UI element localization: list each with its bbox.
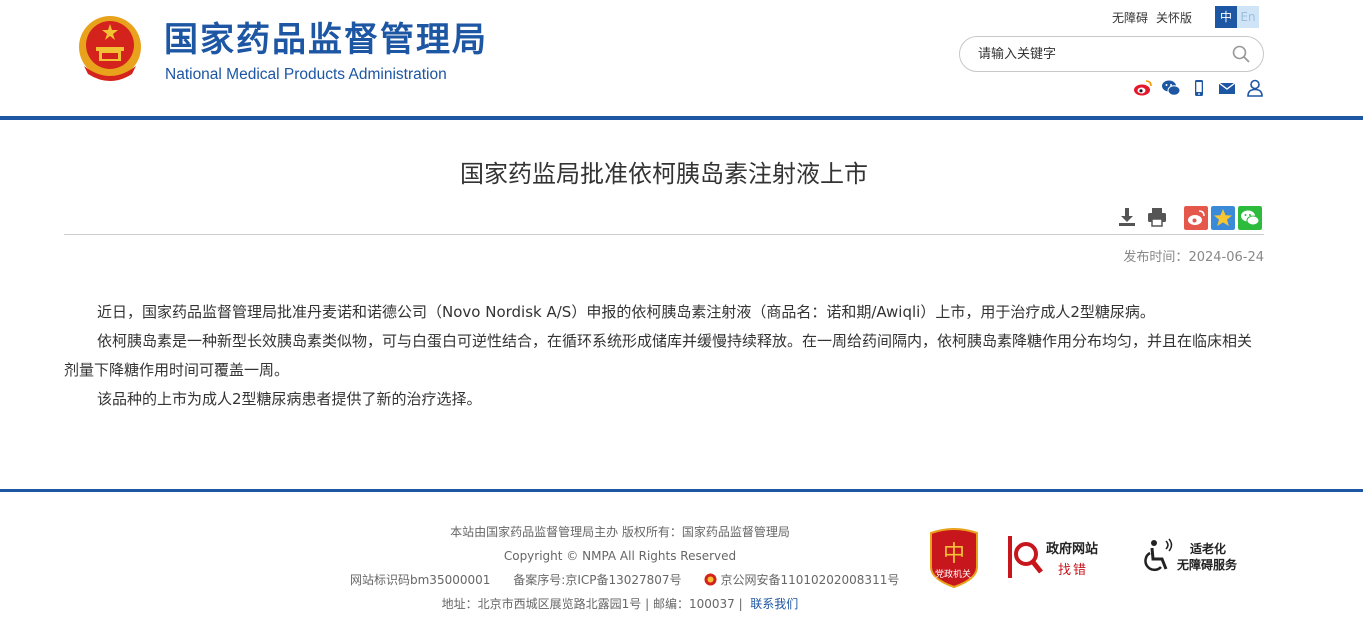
party-gov-label: 党政机关 <box>935 570 972 580</box>
site-name-cn[interactable]: 国家药品监督管理局 <box>164 20 488 60</box>
accessibility-badge[interactable]: 适老化 无障碍服务 <box>1140 537 1250 577</box>
social-links <box>1133 78 1265 98</box>
wechat-icon[interactable] <box>1161 78 1181 98</box>
language-switch: 中 En <box>1215 6 1259 28</box>
footer-registration: 网站标识码bm35000001 备案序号:京ICP备13027807号 京公网安… <box>350 568 899 592</box>
site-header: 国家药品监督管理局 National Medical Products Admi… <box>0 0 1363 118</box>
lang-zh-button[interactable]: 中 <box>1215 6 1237 28</box>
weibo-share-icon[interactable] <box>1184 206 1208 230</box>
article-title: 国家药监局批准依柯胰岛素注射液上市 <box>460 160 868 188</box>
gov-site-error-badge[interactable]: 政府网站 找错 <box>1008 536 1108 578</box>
gov-site-title: 政府网站 <box>1046 542 1099 557</box>
police-badge-icon <box>704 573 717 586</box>
elder-mode-link[interactable]: 关怀版 <box>1156 11 1192 25</box>
article-tools <box>1116 206 1168 228</box>
accessibility-title: 适老化 <box>1190 542 1227 556</box>
wechat-share-icon[interactable] <box>1238 206 1262 230</box>
title-divider <box>64 234 1264 235</box>
footer-sponsor: 本站由国家药品监督管理局主办 版权所有：国家药品监督管理局 <box>450 525 790 539</box>
site-id: 网站标识码bm35000001 <box>350 573 491 587</box>
publish-date-label: 发布时间： <box>1123 250 1189 265</box>
wheelchair-icon <box>1144 538 1173 572</box>
share-bar <box>1184 206 1262 230</box>
print-icon[interactable] <box>1146 206 1168 228</box>
site-name-en[interactable]: National Medical Products Administration <box>165 66 447 84</box>
publish-date: 发布时间：2024-06-24 <box>1123 246 1264 265</box>
qzone-share-icon[interactable] <box>1211 206 1235 230</box>
footer-info: 本站由国家药品监督管理局主办 版权所有：国家药品监督管理局 Copyright … <box>350 520 899 616</box>
lang-en-button[interactable]: En <box>1237 6 1259 28</box>
icp-link[interactable]: 备案序号:京ICP备13027807号 <box>513 573 681 587</box>
search-box <box>959 36 1264 72</box>
contact-us-link[interactable]: 联系我们 <box>750 597 798 611</box>
gov-site-sub: 找错 <box>1058 563 1089 578</box>
footer-copyright: Copyright © NMPA All Rights Reserved <box>503 549 737 563</box>
article-paragraph: 近日，国家药品监督管理局批准丹麦诺和诺德公司（Novo Nordisk A/S）… <box>97 303 1155 321</box>
weibo-icon[interactable] <box>1133 78 1153 98</box>
article-paragraph: 依柯胰岛素是一种新型长效胰岛素类似物，可与白蛋白可逆性结合，在循环系统形成储库并… <box>64 332 1253 379</box>
header-divider <box>0 116 1363 120</box>
footer-address: 地址：北京市西城区展览路北露园1号 | 邮编：100037 | 联系我们 <box>350 592 890 616</box>
download-icon[interactable] <box>1116 206 1138 228</box>
national-emblem-icon <box>79 16 141 81</box>
gov-site-search-icon <box>1008 536 1043 578</box>
search-input[interactable] <box>978 45 1218 63</box>
police-record-link[interactable]: 京公网安备11010202008311号 <box>720 573 899 587</box>
user-icon[interactable] <box>1245 78 1265 98</box>
mail-icon[interactable] <box>1217 78 1237 98</box>
top-links: 无障碍 关怀版 <box>1112 9 1200 26</box>
svg-text:中: 中 <box>943 542 965 567</box>
accessibility-sub: 无障碍服务 <box>1177 558 1238 572</box>
article-paragraph: 该品种的上市为成人2型糖尿病患者提供了新的治疗选择。 <box>97 390 482 408</box>
footer-divider <box>0 489 1363 492</box>
publish-date-value: 2024-06-24 <box>1188 250 1264 265</box>
article-body: 近日，国家药品监督管理局批准丹麦诺和诺德公司（Novo Nordisk A/S）… <box>64 298 1264 414</box>
mobile-icon[interactable] <box>1189 78 1209 98</box>
party-gov-badge[interactable]: 中 党政机关 <box>927 527 981 589</box>
address-text: 地址：北京市西城区展览路北露园1号 | 邮编：100037 | <box>441 597 743 611</box>
search-icon[interactable] <box>1231 44 1251 64</box>
accessibility-link[interactable]: 无障碍 <box>1112 11 1148 25</box>
